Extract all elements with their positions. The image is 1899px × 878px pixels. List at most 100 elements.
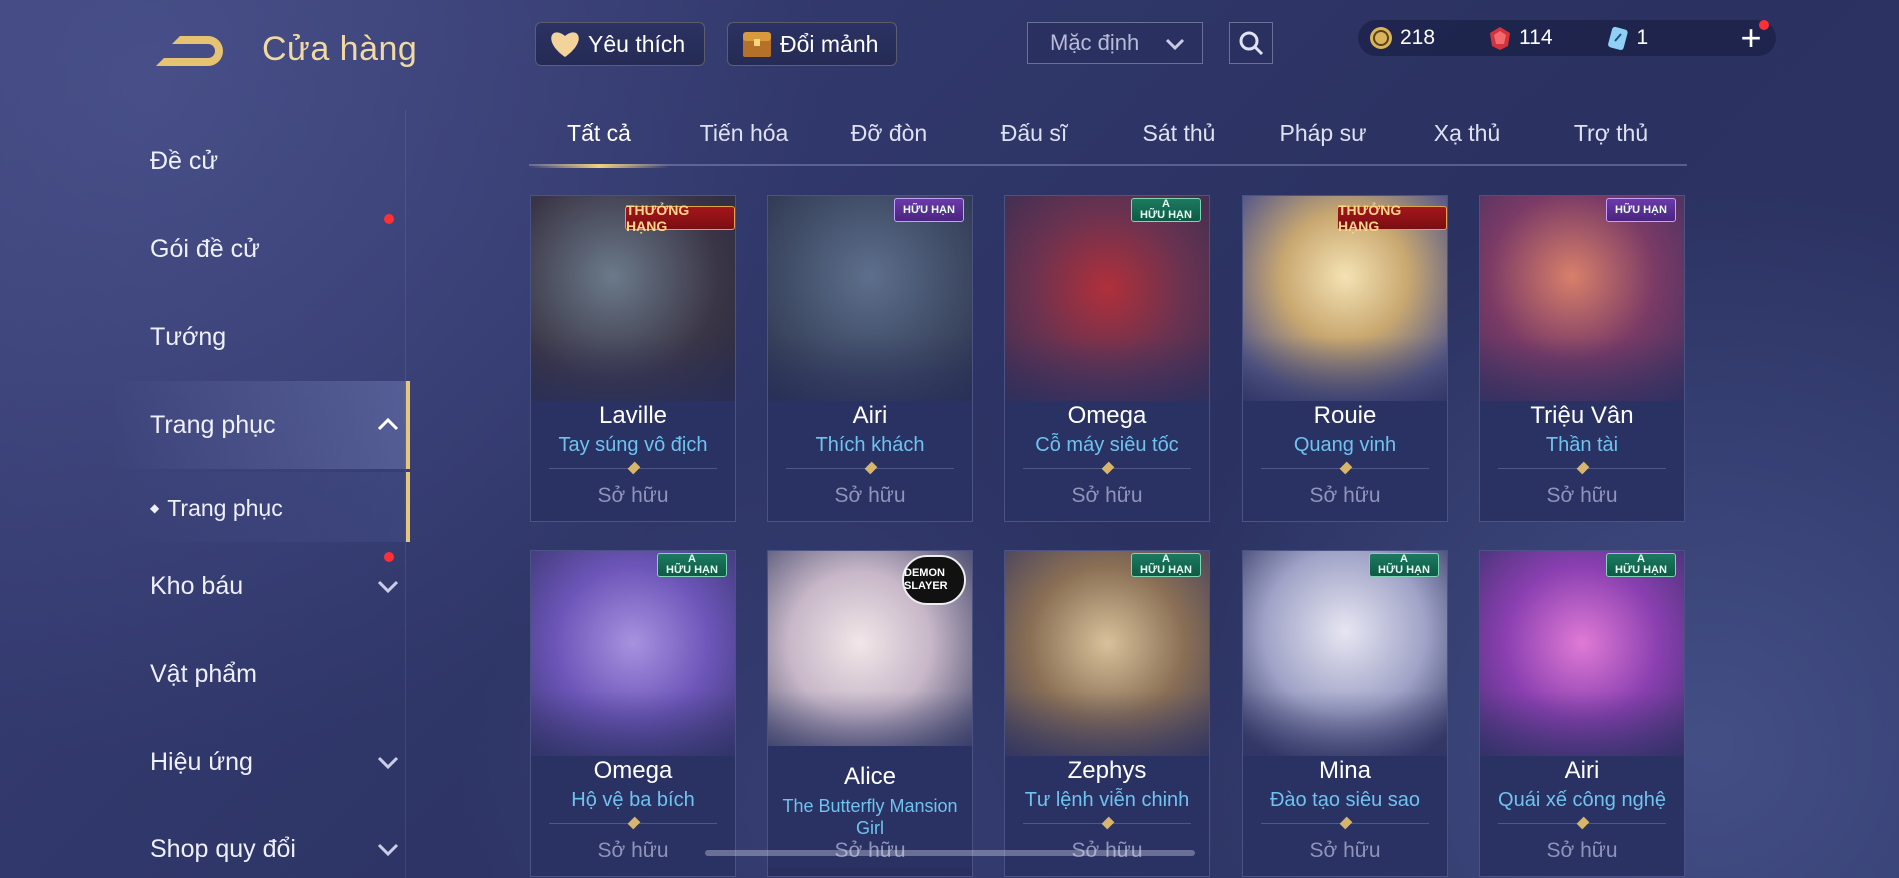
back-button[interactable]: [150, 30, 230, 72]
search-icon: [1239, 31, 1264, 56]
chest-icon: [743, 32, 771, 57]
sort-dropdown[interactable]: Mặc định: [1027, 22, 1203, 64]
sidebar-item-heroes[interactable]: Tướng: [150, 312, 400, 362]
sidebar-item-recommended-packs[interactable]: Gói đề cử: [150, 224, 400, 274]
hero-name: Omega: [1067, 402, 1147, 429]
page-title: Cửa hàng: [262, 30, 418, 68]
hero-name: Alice: [843, 763, 897, 790]
tab-mage[interactable]: Pháp sư: [1253, 120, 1393, 147]
skin-card[interactable]: A HỮU HẠN Omega Cỗ máy siêu tốc Sở hữu: [1004, 195, 1210, 522]
sidebar-item-items[interactable]: Vật phẩm: [150, 649, 400, 699]
sidebar-item-exchange-shop[interactable]: Shop quy đổi: [150, 824, 400, 874]
limited-badge: HỮU HẠN: [1606, 198, 1676, 222]
notification-dot: [1759, 20, 1769, 30]
skin-name: Quái xế công nghệ: [1498, 789, 1666, 811]
owned-status: Sở hữu: [1309, 484, 1381, 507]
sidebar-item-label: Gói đề cử: [150, 234, 260, 263]
red-gem-icon: [1490, 27, 1511, 50]
rank-reward-badge: THƯỞNG HẠNG: [625, 202, 735, 234]
heart-icon: [551, 32, 579, 57]
tab-label: Pháp sư: [1279, 120, 1367, 146]
skin-card[interactable]: HỮU HẠN Triệu Vân Thần tài Sở hữu: [1479, 195, 1685, 522]
currency-bar: 218 114 1: [1358, 20, 1776, 56]
gem-amount: 114: [1519, 26, 1553, 49]
exchange-shards-button[interactable]: Đổi mảnh: [727, 22, 897, 66]
skin-card[interactable]: DEMON SLAYER Alice The Butterfly Mansion…: [767, 550, 973, 877]
tab-tank[interactable]: Đỡ đòn: [819, 120, 959, 147]
owned-status: Sở hữu: [1546, 484, 1618, 507]
ticket-amount: 1: [1636, 26, 1649, 49]
diamond-bullet-icon: ◆: [150, 501, 160, 515]
skin-name: The Butterfly Mansion Girl: [782, 796, 958, 838]
sidebar-item-label: Trang phục: [167, 494, 283, 521]
tab-label: Sát thủ: [1142, 120, 1216, 146]
hero-name: Airi: [852, 402, 888, 429]
sidebar-item-label: Hiệu ứng: [150, 747, 253, 776]
demon-slayer-logo: DEMON SLAYER: [902, 555, 966, 605]
tab-label: Xạ thủ: [1433, 120, 1501, 146]
favorites-label: Yêu thích: [588, 30, 686, 57]
skin-name: Quang vinh: [1293, 434, 1397, 456]
limited-badge: A HỮU HẠN: [1606, 553, 1676, 577]
chevron-down-icon: [377, 580, 399, 594]
sidebar-item-skins[interactable]: Trang phục: [150, 400, 400, 450]
hero-name: Triệu Vân: [1530, 402, 1634, 429]
notification-dot: [384, 214, 394, 224]
skin-card[interactable]: A HỮU HẠN Zephys Tư lệnh viễn chinh Sở hữ…: [1004, 550, 1210, 877]
skin-name: Đào tạo siêu sao: [1269, 789, 1421, 811]
hero-name: Rouie: [1313, 402, 1377, 429]
tab-label: Tiến hóa: [699, 120, 789, 146]
sidebar-item-label: Trang phục: [150, 410, 276, 439]
rank-reward-badge: THƯỞNG HẠNG: [1337, 202, 1447, 234]
badge-text: HỮU HẠN: [1378, 564, 1430, 576]
skin-card[interactable]: A HỮU HẠN Mina Đào tạo siêu sao Sở hữu: [1242, 550, 1448, 877]
badge-text: HỮU HẠN: [1140, 564, 1192, 576]
hero-name: Omega: [593, 757, 673, 784]
favorites-button[interactable]: Yêu thích: [535, 22, 705, 66]
tab-evolution[interactable]: Tiến hóa: [674, 120, 814, 147]
sidebar-item-effects[interactable]: Hiệu ứng: [150, 737, 400, 787]
skin-name: Tư lệnh viễn chinh: [1024, 789, 1190, 811]
limited-badge: A HỮU HẠN: [1131, 553, 1201, 577]
tab-label: Tất cả: [567, 120, 631, 146]
skin-card[interactable]: THƯỞNG HẠNG Rouie Quang vinh Sở hữu: [1242, 195, 1448, 522]
sidebar-item-treasure[interactable]: Kho báu: [150, 561, 400, 611]
badge-text: HỮU HẠN: [1140, 209, 1192, 221]
sidebar-item-recommended[interactable]: Đề cử: [150, 136, 400, 186]
tab-active-underline: [529, 164, 669, 168]
skin-card[interactable]: A HỮU HẠN Airi Quái xế công nghệ Sở hữu: [1479, 550, 1685, 877]
owned-status: Sở hữu: [1071, 484, 1143, 507]
hero-name: Airi: [1564, 757, 1600, 784]
sidebar-subitem-skins[interactable]: ◆ Trang phục: [150, 483, 400, 533]
role-tabs: Tất cả Tiến hóa Đỡ đòn Đấu sĩ Sát thủ Ph…: [529, 112, 1687, 168]
skin-card[interactable]: HỮU HẠN Airi Thích khách Sở hữu: [767, 195, 973, 522]
sidebar: Đề cử Gói đề cử Tướng Trang phục ◆ Trang…: [110, 110, 410, 878]
badge-text: HỮU HẠN: [1615, 203, 1667, 216]
skin-name: Hộ vệ ba bích: [571, 789, 695, 811]
skin-name: Thần tài: [1545, 434, 1619, 456]
tab-label: Đỡ đòn: [850, 120, 928, 146]
tab-fighter[interactable]: Đấu sĩ: [964, 120, 1104, 147]
home-indicator: [705, 850, 1195, 856]
owned-status: Sở hữu: [1309, 839, 1381, 862]
tab-marksman[interactable]: Xạ thủ: [1397, 120, 1537, 147]
chevron-down-icon: [1165, 38, 1185, 51]
skin-card[interactable]: A HỮU HẠN Omega Hộ vệ ba bích Sở hữu: [530, 550, 736, 877]
tab-support[interactable]: Trợ thủ: [1541, 120, 1681, 147]
chevron-up-icon: [377, 417, 399, 431]
search-button[interactable]: [1229, 22, 1273, 64]
sort-value: Mặc định: [1050, 30, 1140, 55]
gem-currency: 114: [1487, 25, 1553, 51]
chevron-down-icon: [377, 843, 399, 857]
limited-badge: HỮU HẠN: [894, 198, 964, 222]
badge-text: HỮU HẠN: [1615, 564, 1667, 576]
tab-label: Đấu sĩ: [1000, 120, 1068, 146]
sidebar-item-label: Đề cử: [150, 146, 219, 175]
gold-currency: 218: [1368, 25, 1435, 51]
chevron-down-icon: [377, 756, 399, 770]
tab-all[interactable]: Tất cả: [529, 120, 669, 168]
tab-assassin[interactable]: Sát thủ: [1109, 120, 1249, 147]
skin-name: Cỗ máy siêu tốc: [1035, 434, 1179, 456]
skin-card[interactable]: THƯỞNG HẠNG Laville Tay súng vô địch Sở …: [530, 195, 736, 522]
tab-label: Trợ thủ: [1573, 120, 1649, 146]
